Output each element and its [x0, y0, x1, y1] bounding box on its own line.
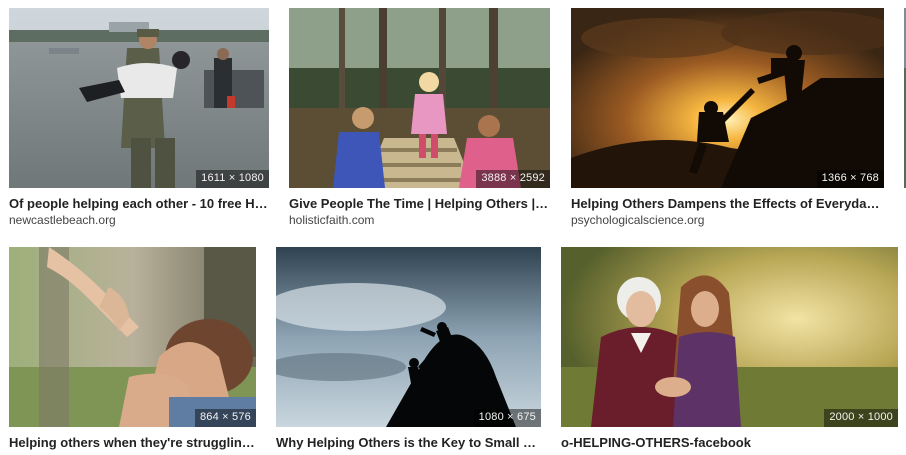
image-dimensions: 3888 × 2592 — [476, 170, 550, 188]
result-source[interactable]: newcastlebeach.org — [9, 213, 116, 228]
image-dimensions: 1080 × 675 — [473, 409, 541, 427]
result-title[interactable]: Of people helping each other - 10 free H… — [9, 196, 269, 212]
result-title[interactable]: Helping Others Dampens the Effects of Ev… — [571, 196, 884, 212]
flood-rescue-photo[interactable]: 1611 × 1080 — [9, 8, 269, 188]
image-dimensions: 1366 × 768 — [816, 170, 884, 188]
elderly-woman-photo[interactable]: 2000 × 1000 — [561, 247, 898, 427]
result-title[interactable]: Why Helping Others is the Key to Small B… — [276, 435, 541, 451]
result-title[interactable]: Give People The Time | Helping Others | … — [289, 196, 550, 212]
image-dimensions: 1611 × 1080 — [196, 170, 269, 188]
result-source[interactable]: holisticfaith.com — [289, 213, 374, 228]
sunset-climbers-photo[interactable]: 1366 × 768 — [571, 8, 884, 188]
image-dimensions: 864 × 576 — [194, 409, 256, 427]
mountain-silhouette-photo[interactable]: 1080 × 675 — [276, 247, 541, 427]
result-title[interactable]: Helping others when they're struggling -… — [9, 435, 256, 451]
result-source[interactable]: psychologicalscience.org — [571, 213, 704, 228]
result-title[interactable]: o-HELPING-OTHERS-facebook — [561, 435, 898, 451]
image-dimensions: 2000 × 1000 — [824, 409, 898, 427]
reaching-hand-photo[interactable]: 864 × 576 — [9, 247, 256, 427]
children-holding-hands-photo[interactable]: 3888 × 2592 — [289, 8, 550, 188]
